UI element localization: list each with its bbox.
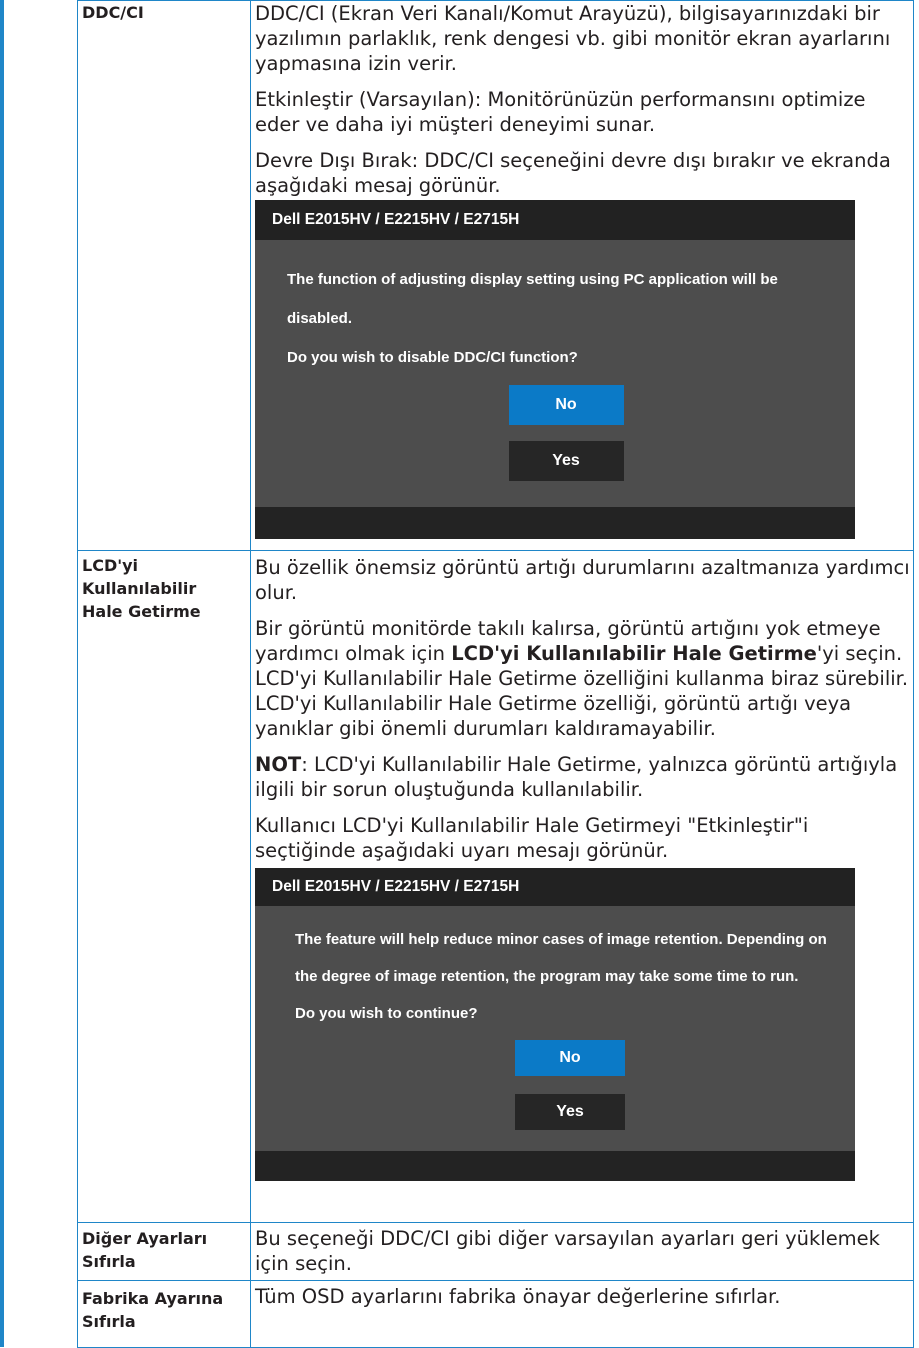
table-row-factory-reset: Fabrika Ayarına Sıfırla Tüm OSD ayarları… <box>77 1280 914 1348</box>
description-paragraph: Bu seçeneği DDC/CI gibi diğer varsayılan… <box>255 1227 880 1275</box>
dialog-message-line: Do you wish to disable DDC/CI function? <box>287 349 578 366</box>
dialog-footer <box>255 507 855 539</box>
description-paragraph: Tüm OSD ayarlarını fabrika önayar değerl… <box>255 1285 781 1308</box>
description-paragraph: Bu özellik önemsiz görüntü artığı duruml… <box>255 556 910 604</box>
no-button[interactable]: No <box>515 1040 625 1076</box>
dialog-message-line: Do you wish to continue? <box>295 1005 478 1022</box>
dialog-message-line: the degree of image retention, the progr… <box>295 968 799 985</box>
dialog-message-line: The feature will help reduce minor cases… <box>295 931 827 948</box>
setting-label: LCD'yi Kullanılabilir Hale Getirme <box>77 550 251 1223</box>
dialog-message-line: The function of adjusting display settin… <box>287 271 778 288</box>
setting-description: DDC/CI (Ekran Veri Kanalı/Komut Arayüzü)… <box>250 0 914 551</box>
description-paragraph: Etkinleştir (Varsayılan): Monitörünüzün … <box>255 88 866 136</box>
no-button[interactable]: No <box>508 385 624 425</box>
table-row-reset-other: Diğer Ayarları Sıfırla Bu seçeneği DDC/C… <box>77 1222 914 1281</box>
dialog-footer <box>255 1151 855 1181</box>
dialog-body: The function of adjusting display settin… <box>255 240 855 507</box>
description-paragraph: Kullanıcı LCD'yi Kullanılabilir Hale Get… <box>255 814 809 862</box>
ddcci-disable-dialog: Dell E2015HV / E2215HV / E2715H The func… <box>255 200 855 539</box>
dialog-body: The feature will help reduce minor cases… <box>255 906 855 1151</box>
dialog-title: Dell E2015HV / E2215HV / E2715H <box>255 200 855 240</box>
description-paragraph: DDC/CI (Ekran Veri Kanalı/Komut Arayüzü)… <box>255 2 891 75</box>
table-row-ddcci: DDC/CI DDC/CI (Ekran Veri Kanalı/Komut A… <box>77 0 914 551</box>
setting-label: Fabrika Ayarına Sıfırla <box>77 1280 251 1348</box>
table-row-lcd-conditioning: LCD'yi Kullanılabilir Hale Getirme Bu öz… <box>77 550 914 1223</box>
left-margin-bar <box>0 0 4 1347</box>
description-paragraph: Bir görüntü monitörde takılı kalırsa, gö… <box>255 617 909 740</box>
setting-description: Bu özellik önemsiz görüntü artığı duruml… <box>250 550 914 1223</box>
lcd-conditioning-warning-dialog: Dell E2015HV / E2215HV / E2715H The feat… <box>255 868 855 1181</box>
yes-button[interactable]: Yes <box>508 441 624 481</box>
yes-button[interactable]: Yes <box>515 1094 625 1130</box>
dialog-message-line: disabled. <box>287 310 353 327</box>
setting-label: Diğer Ayarları Sıfırla <box>77 1222 251 1281</box>
settings-table: DDC/CI DDC/CI (Ekran Veri Kanalı/Komut A… <box>77 0 914 1348</box>
setting-description: Tüm OSD ayarlarını fabrika önayar değerl… <box>250 1280 914 1348</box>
note-paragraph: NOT: LCD'yi Kullanılabilir Hale Getirme,… <box>255 753 898 801</box>
description-paragraph: Devre Dışı Bırak: DDC/CI seçeneğini devr… <box>255 149 891 197</box>
setting-label: DDC/CI <box>77 0 251 551</box>
setting-description: Bu seçeneği DDC/CI gibi diğer varsayılan… <box>250 1222 914 1281</box>
dialog-title: Dell E2015HV / E2215HV / E2715H <box>255 868 855 906</box>
